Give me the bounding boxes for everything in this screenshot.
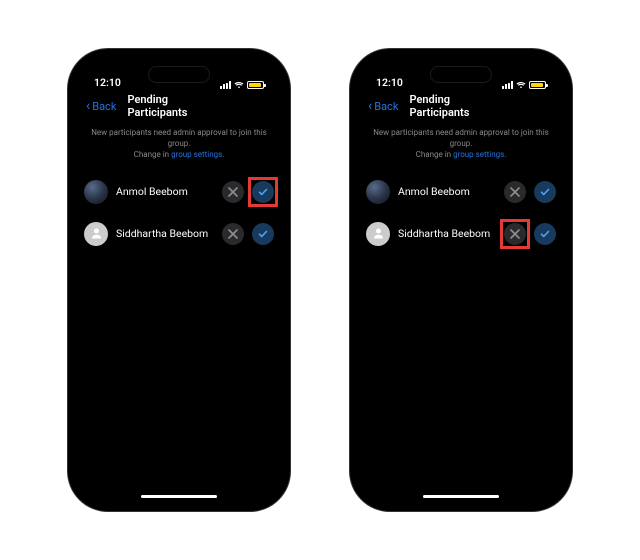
avatar [84, 180, 108, 204]
chevron-left-icon: ‹ [368, 99, 372, 113]
back-button[interactable]: ‹ Back [368, 99, 398, 113]
reject-button[interactable] [222, 181, 244, 203]
participant-row: Anmol Beebom [366, 171, 556, 213]
participant-list: Anmol Beebom Siddhartha Beebom [358, 171, 564, 255]
group-settings-link[interactable]: group settings [171, 150, 222, 159]
accept-button[interactable] [252, 181, 274, 203]
accept-button[interactable] [534, 181, 556, 203]
page-title: Pending Participants [128, 93, 231, 119]
status-indicators [502, 81, 546, 89]
phone-frame-left: 12:10 ‹ Back Pending Participants New pa… [68, 49, 290, 511]
home-indicator[interactable] [141, 495, 217, 499]
page-title: Pending Participants [410, 93, 513, 119]
group-settings-link[interactable]: group settings [453, 150, 504, 159]
participant-name: Anmol Beebom [398, 185, 496, 198]
nav-bar: ‹ Back Pending Participants [358, 91, 564, 121]
accept-button[interactable] [252, 223, 274, 245]
wifi-icon [516, 81, 526, 89]
info-text: New participants need admin approval to … [358, 121, 564, 171]
avatar [84, 222, 108, 246]
participant-list: Anmol Beebom Siddhartha Beebom [76, 171, 282, 255]
back-label: Back [92, 100, 116, 113]
participant-name: Anmol Beebom [116, 185, 214, 198]
info-text: New participants need admin approval to … [76, 121, 282, 171]
participant-name: Siddhartha Beebom [116, 227, 214, 240]
avatar [366, 180, 390, 204]
participant-row: Anmol Beebom [84, 171, 274, 213]
reject-button[interactable] [504, 223, 526, 245]
participant-name: Siddhartha Beebom [398, 227, 496, 240]
screen: 12:10 ‹ Back Pending Participants New pa… [76, 57, 282, 503]
participant-row: Siddhartha Beebom [366, 213, 556, 255]
cellular-icon [502, 81, 513, 89]
reject-button[interactable] [222, 223, 244, 245]
accept-button[interactable] [534, 223, 556, 245]
back-button[interactable]: ‹ Back [86, 99, 116, 113]
phone-frame-right: 12:10 ‹ Back Pending Participants New pa… [350, 49, 572, 511]
status-time: 12:10 [376, 76, 403, 89]
back-label: Back [374, 100, 398, 113]
wifi-icon [234, 81, 244, 89]
participant-row: Siddhartha Beebom [84, 213, 274, 255]
reject-button[interactable] [504, 181, 526, 203]
screen: 12:10 ‹ Back Pending Participants New pa… [358, 57, 564, 503]
cellular-icon [220, 81, 231, 89]
home-indicator[interactable] [423, 495, 499, 499]
status-time: 12:10 [94, 76, 121, 89]
chevron-left-icon: ‹ [86, 99, 90, 113]
avatar [366, 222, 390, 246]
dynamic-island [148, 66, 210, 83]
battery-icon [247, 81, 264, 89]
status-indicators [220, 81, 264, 89]
battery-icon [529, 81, 546, 89]
dynamic-island [430, 66, 492, 83]
nav-bar: ‹ Back Pending Participants [76, 91, 282, 121]
